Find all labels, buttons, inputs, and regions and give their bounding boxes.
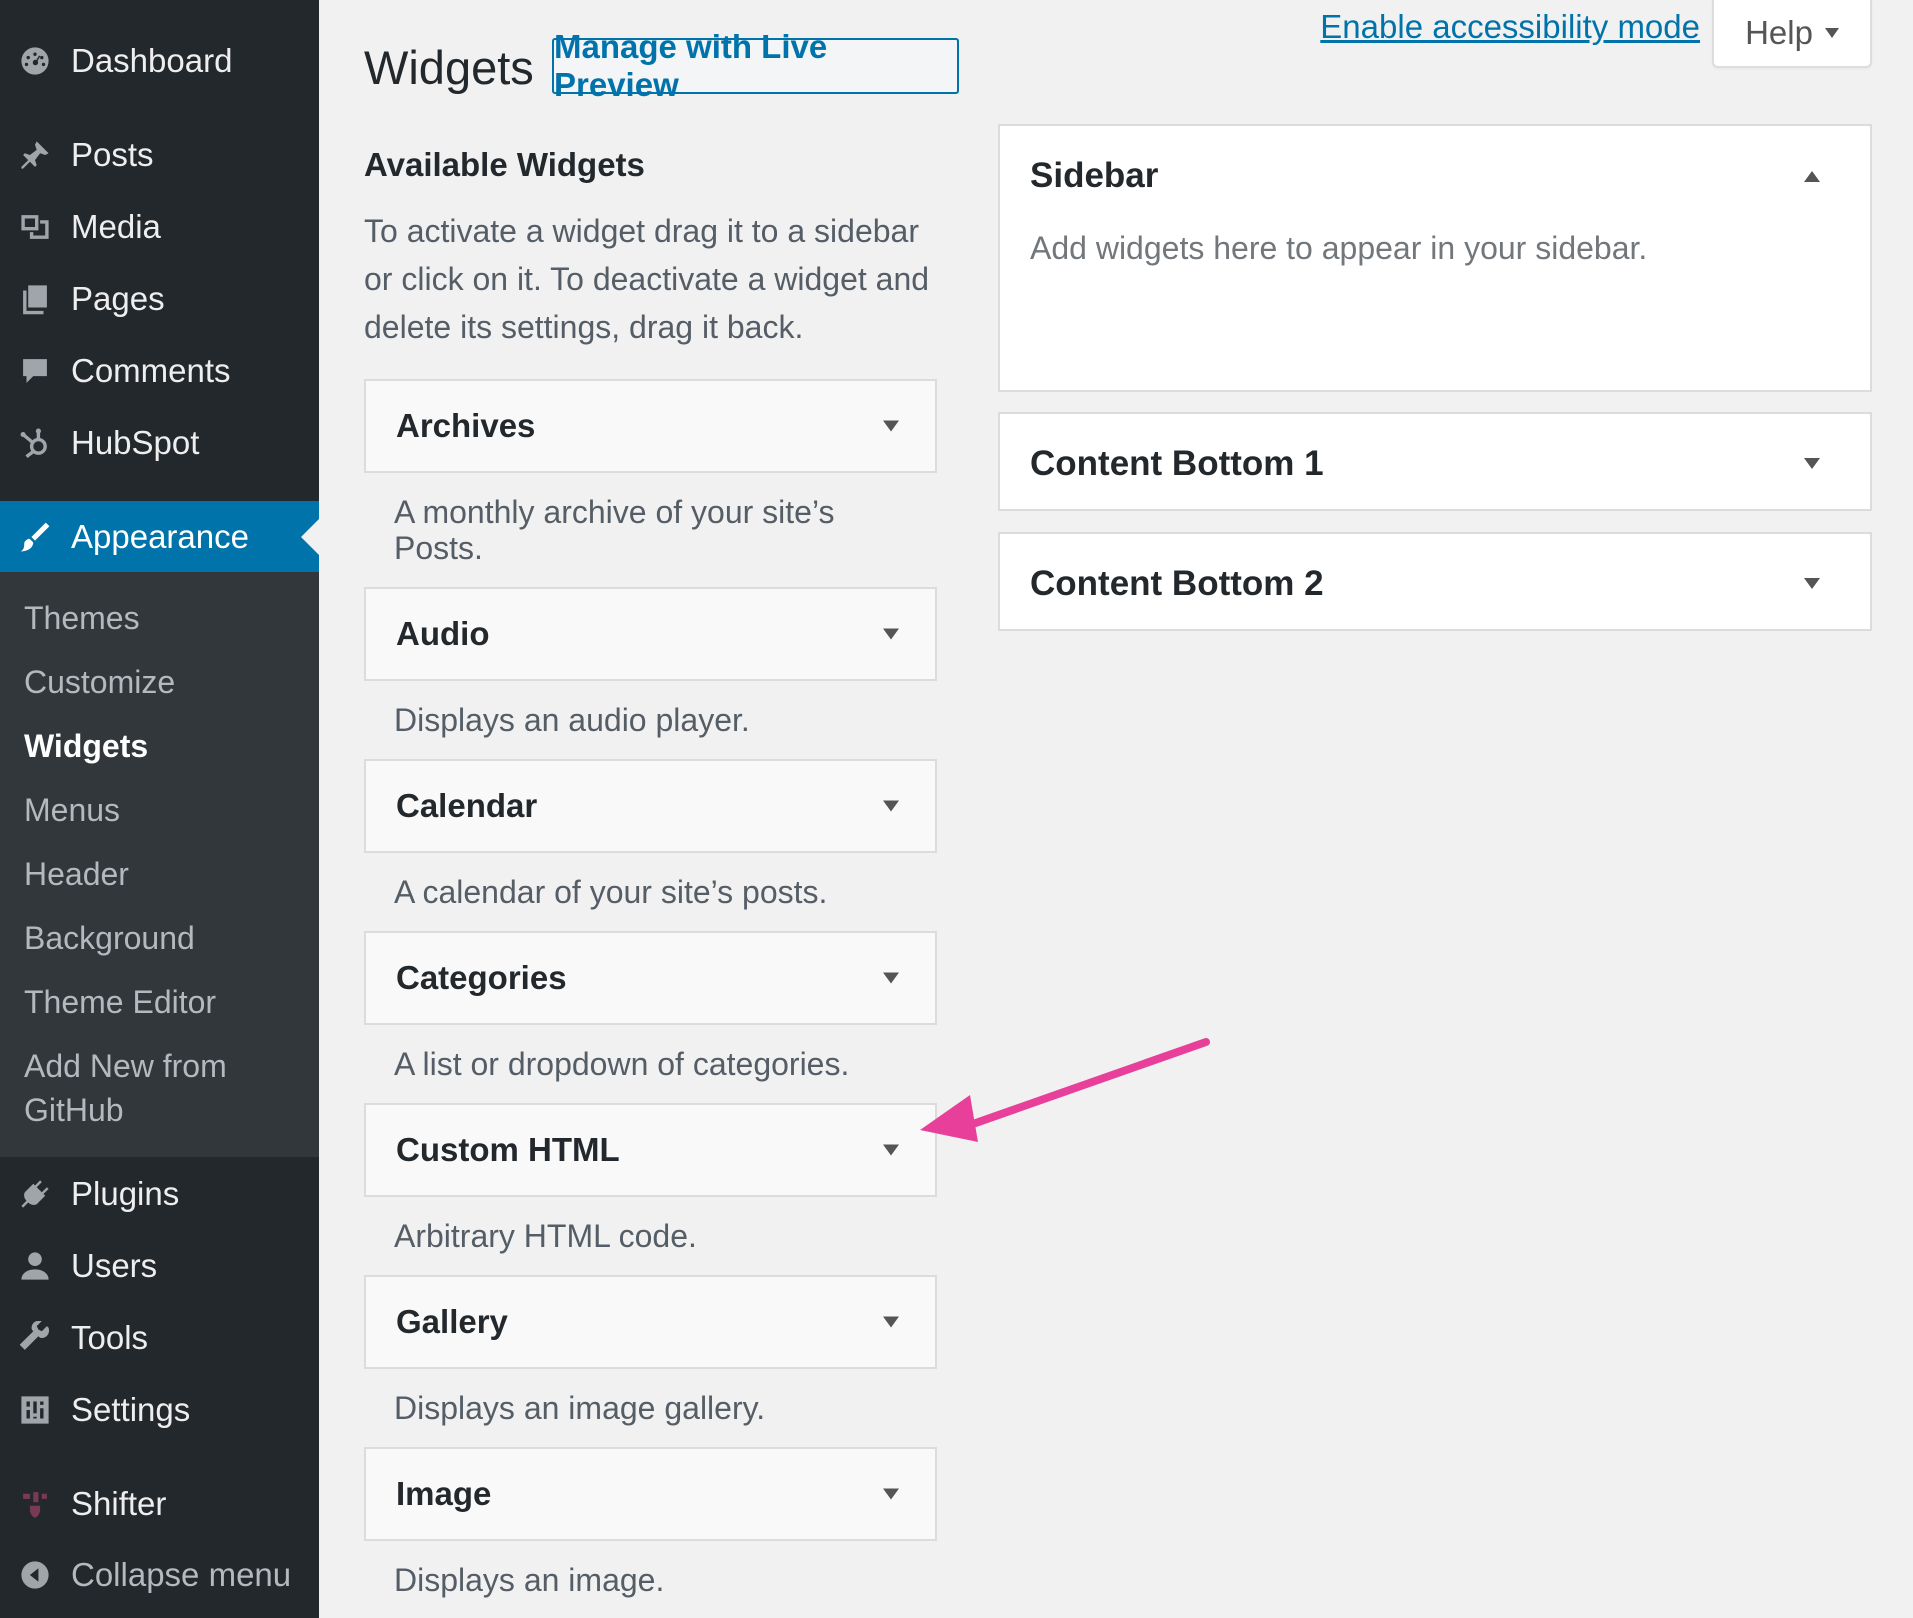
menu-label-dashboard: Dashboard (71, 42, 233, 79)
widget-calendar[interactable]: Calendar (364, 759, 937, 853)
menu-tools[interactable]: Tools (0, 1308, 319, 1368)
widget-description: Displays an image gallery. (394, 1390, 766, 1426)
widget-area-title: Content Bottom 1 (1030, 444, 1324, 483)
pages-icon (17, 281, 53, 317)
widget-toggle-icon[interactable] (883, 800, 899, 812)
widget-categories[interactable]: Categories (364, 931, 937, 1025)
user-icon (17, 1248, 53, 1284)
menu-label-tools: Tools (71, 1319, 149, 1356)
widget-title: Categories (396, 959, 567, 996)
menu-appearance[interactable]: Appearance (0, 501, 319, 572)
menu-pages[interactable]: Pages (0, 269, 319, 329)
submenu-menus[interactable]: Menus (24, 788, 120, 832)
menu-settings[interactable]: Settings (0, 1380, 319, 1440)
menu-label-users: Users (71, 1247, 158, 1284)
menu-label-media: Media (71, 208, 161, 245)
submenu-customize[interactable]: Customize (24, 660, 175, 704)
widget-description: Arbitrary HTML code. (394, 1218, 697, 1254)
widget-description: A list or dropdown of categories. (394, 1046, 850, 1082)
menu-media[interactable]: Media (0, 197, 319, 257)
comment-icon (17, 353, 53, 389)
widget-description: A monthly archive of your site’s Posts. (394, 494, 835, 566)
current-menu-arrow (301, 518, 319, 555)
menu-label-plugins: Plugins (71, 1175, 180, 1212)
widget-title: Custom HTML (396, 1131, 620, 1168)
widget-toggle-icon[interactable] (883, 972, 899, 984)
shifter-icon (17, 1486, 53, 1522)
widget-area-content-bottom-2[interactable]: Content Bottom 2 (998, 532, 1872, 631)
dashboard-icon (17, 43, 53, 79)
available-widgets-title: Available Widgets (364, 146, 645, 183)
help-tab-button[interactable]: Help (1712, 0, 1872, 68)
menu-label-comments: Comments (71, 352, 231, 389)
widget-toggle-icon[interactable] (883, 1488, 899, 1500)
pin-icon (17, 137, 53, 173)
collapse-menu-button[interactable]: Collapse menu (0, 1545, 319, 1605)
menu-users[interactable]: Users (0, 1236, 319, 1296)
menu-plugins[interactable]: Plugins (0, 1164, 319, 1224)
widget-custom-html[interactable]: Custom HTML (364, 1103, 937, 1197)
widget-description: A calendar of your site’s posts. (394, 874, 828, 910)
available-widgets-description: To activate a widget drag it to a sideba… (364, 213, 930, 345)
annotation-arrow-icon (920, 1038, 1210, 1142)
menu-label-hubspot: HubSpot (71, 424, 200, 461)
widget-area-description: Add widgets here to appear in your sideb… (1030, 230, 1648, 266)
widget-area-content-bottom-1[interactable]: Content Bottom 1 (998, 412, 1872, 511)
page-title: Widgets (364, 41, 534, 94)
widget-area-title: Sidebar (1030, 156, 1159, 195)
widget-gallery[interactable]: Gallery (364, 1275, 937, 1369)
admin-sidebar: Dashboard Posts Media Pages Comments Hub… (0, 0, 319, 1618)
widget-title: Image (396, 1475, 492, 1512)
widget-title: Audio (396, 615, 490, 652)
menu-label-collapse: Collapse menu (71, 1556, 292, 1593)
widget-area-sidebar[interactable]: Sidebar Add widgets here to appear in yo… (998, 124, 1872, 392)
widget-toggle-icon[interactable] (883, 1144, 899, 1156)
menu-posts[interactable]: Posts (0, 125, 319, 185)
plugin-icon (17, 1176, 53, 1212)
help-label: Help (1745, 14, 1813, 51)
menu-label-appearance: Appearance (71, 517, 249, 555)
widget-title: Gallery (396, 1303, 508, 1340)
menu-comments[interactable]: Comments (0, 341, 319, 401)
media-icon (17, 209, 53, 245)
menu-hubspot[interactable]: HubSpot (0, 413, 319, 473)
menu-dashboard[interactable]: Dashboard (0, 31, 319, 91)
menu-shifter[interactable]: Shifter (0, 1474, 319, 1534)
widget-title: Archives (396, 407, 536, 444)
submenu-add-new-line1: Add New from (24, 1048, 227, 1084)
submenu-header[interactable]: Header (24, 852, 129, 896)
submenu-add-new-line2: GitHub (24, 1092, 124, 1128)
menu-label-shifter: Shifter (71, 1485, 167, 1522)
chevron-down-icon (1824, 28, 1839, 38)
widget-description: Displays an image. (394, 1562, 665, 1598)
submenu-background[interactable]: Background (24, 916, 195, 960)
widget-image[interactable]: Image (364, 1447, 937, 1541)
widget-archives[interactable]: Archives (364, 379, 937, 473)
wrench-icon (17, 1320, 53, 1356)
widget-toggle-icon[interactable] (883, 628, 899, 640)
menu-label-pages: Pages (71, 280, 165, 317)
collapse-icon (17, 1557, 53, 1593)
submenu-theme-editor[interactable]: Theme Editor (24, 980, 216, 1024)
appearance-submenu: Themes Customize Widgets Menus Header Ba… (0, 572, 319, 1157)
chevron-up-icon[interactable] (1804, 171, 1820, 182)
widget-title: Calendar (396, 787, 538, 824)
paintbrush-icon (17, 519, 53, 555)
menu-label-posts: Posts (71, 136, 154, 173)
widget-audio[interactable]: Audio (364, 587, 937, 681)
submenu-themes[interactable]: Themes (24, 596, 140, 640)
manage-live-preview-button[interactable]: Manage with Live Preview (552, 28, 959, 103)
chevron-down-icon[interactable] (1804, 458, 1820, 469)
submenu-add-new-from-github[interactable]: Add New from GitHub (24, 1044, 227, 1132)
submenu-widgets[interactable]: Widgets (24, 724, 148, 768)
widget-description: Displays an audio player. (394, 702, 750, 738)
menu-label-settings: Settings (71, 1391, 191, 1428)
widget-area-title: Content Bottom 2 (1030, 564, 1324, 603)
widget-toggle-icon[interactable] (883, 420, 899, 432)
hubspot-icon (17, 425, 53, 461)
enable-accessibility-link[interactable]: Enable accessibility mode (1320, 8, 1700, 46)
widget-toggle-icon[interactable] (883, 1316, 899, 1328)
chevron-down-icon[interactable] (1804, 578, 1820, 589)
settings-icon (17, 1392, 53, 1428)
